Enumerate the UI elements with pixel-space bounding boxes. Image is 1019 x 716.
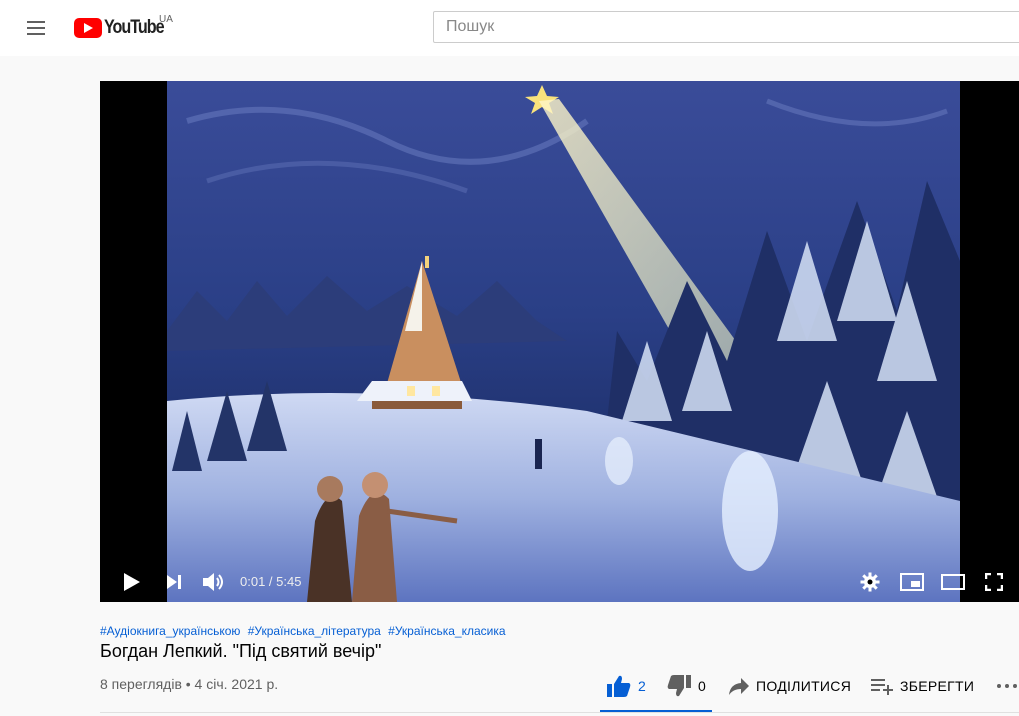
player-controls: 0:01 / 5:45 [100,562,1019,602]
video-frame-painting[interactable] [167,81,960,602]
fullscreen-icon[interactable] [976,562,1012,602]
region-code: UA [159,14,173,25]
dislike-count: 0 [698,678,706,694]
thumb-down-icon [667,675,691,697]
logo-wordmark: YouTube [104,17,165,38]
hashtags: #Аудіокнига_українською #Українська_літе… [100,624,510,638]
miniplayer-icon[interactable] [894,562,930,602]
dislike-button[interactable]: 0 [666,666,706,706]
play-icon[interactable] [114,562,150,602]
info-divider [100,712,1019,713]
volume-icon[interactable] [196,562,232,602]
save-label: ЗБЕРЕГТИ [900,678,975,694]
theater-mode-icon[interactable] [935,562,971,602]
video-actions: 2 0 ПОДІЛИТИСЯ ЗБЕРЕГТИ [600,666,1019,712]
time-display: 0:01 / 5:45 [240,574,302,589]
playlist-add-icon [871,679,893,695]
like-count: 2 [638,678,646,694]
search-box [433,11,1019,43]
share-icon [729,678,749,695]
hashtag-link[interactable]: #Українська_література [248,624,381,638]
share-label: ПОДІЛИТИСЯ [756,678,852,694]
settings-icon[interactable] [852,562,888,602]
share-button[interactable]: ПОДІЛИТИСЯ [728,666,851,706]
save-button[interactable]: ЗБЕРЕГТИ [870,666,974,706]
thumb-up-icon [607,675,631,697]
search-input[interactable] [434,12,1018,42]
next-icon[interactable] [156,562,192,602]
like-button[interactable]: 2 [606,666,646,706]
video-player[interactable] [100,81,1019,602]
view-count-date: 8 переглядів • 4 січ. 2021 р. [100,676,279,692]
more-horiz-icon [997,684,1017,688]
more-actions-button[interactable] [996,666,1018,706]
youtube-play-badge-icon [74,18,102,38]
hashtag-link[interactable]: #Українська_класика [388,624,505,638]
masthead: YouTube UA [0,0,1019,56]
menu-icon[interactable] [24,16,48,40]
hashtag-link[interactable]: #Аудіокнига_українською [100,624,240,638]
video-title: Богдан Лепкий. "Під святий вечір" [100,641,382,661]
